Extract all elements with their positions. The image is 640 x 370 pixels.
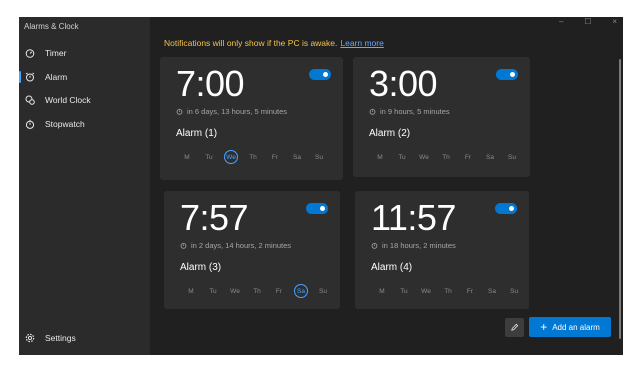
day-label: We [230, 287, 240, 295]
app-title: Alarms & Clock [24, 22, 79, 31]
alarm-remaining: in 2 days, 14 hours, 2 minutes [180, 241, 291, 250]
alarm-toggle[interactable] [495, 203, 517, 214]
alarm-remaining: in 9 hours, 5 minutes [369, 107, 450, 116]
sidebar-item-alarm[interactable]: Alarm [19, 67, 150, 87]
day-label-active: Sa [290, 283, 312, 299]
alarm-name: Alarm (3) [180, 262, 222, 273]
close-button[interactable]: × [612, 17, 617, 29]
alarm-bell-icon [180, 242, 187, 249]
add-alarm-label: Add an alarm [552, 322, 600, 332]
alarm-card[interactable]: 7:00 in 6 days, 13 hours, 5 minutes Alar… [160, 57, 343, 180]
plus-icon: + [540, 320, 548, 334]
alarm-toggle[interactable] [309, 69, 331, 80]
day-label: M [188, 287, 194, 295]
stopwatch-icon [25, 119, 35, 129]
edit-alarms-button[interactable] [505, 318, 524, 337]
add-alarm-button[interactable]: + Add an alarm [529, 317, 611, 337]
alarm-bell-icon [371, 242, 378, 249]
day-label: Th [442, 153, 450, 161]
alarm-name: Alarm (4) [371, 262, 413, 273]
alarm-time: 11:57 [371, 197, 456, 238]
day-label: Th [444, 287, 452, 295]
day-label: M [377, 153, 383, 161]
alarm-remaining-text: in 18 hours, 2 minutes [382, 241, 456, 250]
alarm-time: 7:57 [180, 197, 249, 238]
learn-more-link[interactable]: Learn more [340, 38, 383, 48]
day-label: We [419, 153, 429, 161]
day-label: Fr [271, 153, 279, 161]
gear-icon [25, 333, 35, 343]
day-label: Fr [466, 287, 474, 295]
day-label: Fr [464, 153, 472, 161]
alarm-remaining: in 6 days, 13 hours, 5 minutes [176, 107, 287, 116]
alarm-name: Alarm (1) [176, 128, 218, 139]
alarm-days: M Tu We Th Fr Sa Su [180, 283, 334, 299]
alarm-days: M Tu We Th Fr Sa Su [176, 149, 330, 165]
alarm-bell-icon [176, 108, 183, 115]
alarm-days: M Tu We Th Fr Sa Su [369, 149, 523, 165]
day-label: Th [253, 287, 261, 295]
world-clock-icon [25, 95, 35, 105]
sidebar-item-label: World Clock [45, 95, 91, 105]
day-label: M [184, 153, 190, 161]
day-label: We [421, 287, 431, 295]
alarm-time: 3:00 [369, 63, 438, 104]
day-label: Sa [486, 153, 494, 161]
alarm-days: M Tu We Th Fr Sa Su [371, 283, 525, 299]
sidebar-item-world-clock[interactable]: World Clock [19, 90, 150, 110]
day-label-active: We [220, 149, 242, 165]
sidebar-item-label: Timer [45, 48, 67, 58]
day-label: Sa [293, 153, 301, 161]
notification-text: Notifications will only show if the PC i… [164, 38, 338, 48]
sidebar-item-label: Settings [45, 333, 76, 343]
alarm-time: 7:00 [176, 63, 245, 104]
day-label: Tu [398, 153, 406, 161]
notification-banner: Notifications will only show if the PC i… [164, 38, 384, 48]
day-label: Su [510, 287, 518, 295]
minimize-button[interactable]: – [559, 17, 563, 29]
alarm-remaining-text: in 9 hours, 5 minutes [380, 107, 450, 116]
main-content: – ☐ × Notifications will only show if th… [150, 17, 623, 355]
sidebar-item-timer[interactable]: Timer [19, 43, 150, 63]
day-label: Tu [209, 287, 217, 295]
day-label: Su [315, 153, 323, 161]
maximize-button[interactable]: ☐ [584, 17, 591, 29]
alarm-toggle[interactable] [306, 203, 328, 214]
day-label: Fr [275, 287, 283, 295]
caption-buttons: – ☐ × [553, 17, 623, 29]
timer-icon [25, 48, 35, 58]
sidebar-item-label: Stopwatch [45, 119, 85, 129]
alarm-card[interactable]: 3:00 in 9 hours, 5 minutes Alarm (2) M T… [353, 57, 530, 177]
day-label: Tu [400, 287, 408, 295]
day-label: Tu [205, 153, 213, 161]
alarm-icon [25, 72, 35, 82]
sidebar-item-stopwatch[interactable]: Stopwatch [19, 114, 150, 134]
alarm-remaining: in 18 hours, 2 minutes [371, 241, 456, 250]
sidebar-item-label: Alarm [45, 72, 68, 82]
day-label: M [379, 287, 385, 295]
alarm-name: Alarm (2) [369, 128, 411, 139]
day-label: Su [508, 153, 516, 161]
scrollbar[interactable] [619, 59, 621, 339]
alarm-card[interactable]: 11:57 in 18 hours, 2 minutes Alarm (4) M… [355, 191, 529, 309]
alarm-bell-icon [369, 108, 376, 115]
sidebar: Alarms & Clock Timer Alarm World Clock S… [19, 17, 150, 355]
day-label: Sa [488, 287, 496, 295]
alarm-toggle[interactable] [496, 69, 518, 80]
alarm-remaining-text: in 6 days, 13 hours, 5 minutes [187, 107, 288, 116]
day-label: Th [249, 153, 257, 161]
alarm-card[interactable]: 7:57 in 2 days, 14 hours, 2 minutes Alar… [164, 191, 340, 309]
alarm-remaining-text: in 2 days, 14 hours, 2 minutes [191, 241, 292, 250]
pencil-icon [510, 319, 519, 337]
day-label: Su [319, 287, 327, 295]
app-window: Alarms & Clock Timer Alarm World Clock S… [19, 17, 623, 355]
sidebar-item-settings[interactable]: Settings [19, 328, 150, 348]
